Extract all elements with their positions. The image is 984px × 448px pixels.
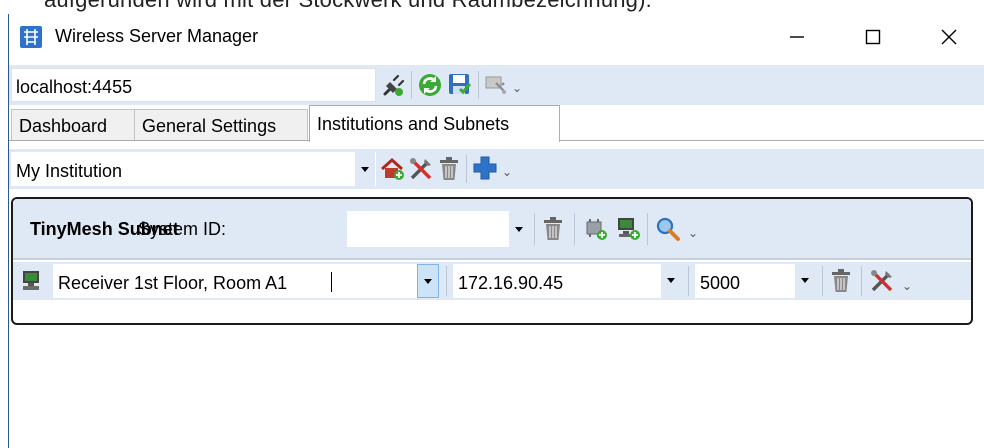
receiver-ip-select[interactable]: 172.16.90.45: [453, 264, 681, 298]
tab-label: General Settings: [142, 116, 277, 136]
receiver-name-dropdown-button[interactable]: [417, 264, 439, 298]
background-document-text: aufgerunden wird mit der Stockwerk und R…: [0, 0, 984, 14]
receiver-ip-dropdown-button[interactable]: [661, 264, 681, 298]
refresh-icon[interactable]: [417, 72, 443, 98]
chevron-down-icon: [801, 278, 809, 283]
plug-icon[interactable]: [380, 73, 406, 99]
tools-icon[interactable]: [869, 268, 895, 294]
server-toolbar: localhost:4455 ⌄: [9, 65, 984, 105]
minimize-icon: [790, 36, 804, 38]
tab-strip: Dashboard General Settings Institutions …: [9, 105, 984, 142]
toolbar-separator: [411, 71, 412, 99]
search-icon[interactable]: [655, 216, 681, 242]
institution-select-value: My Institution: [16, 161, 123, 181]
settings-icon[interactable]: [484, 74, 508, 96]
toolbar-separator: [478, 71, 479, 99]
close-icon: [941, 29, 957, 45]
tab-institutions-and-subnets[interactable]: Institutions and Subnets: [309, 105, 560, 142]
save-icon[interactable]: [447, 72, 473, 98]
chevron-down-icon: [424, 279, 432, 284]
window-title: Wireless Server Manager: [55, 26, 259, 46]
receiver-name-input[interactable]: Receiver 1st Floor, Room A1: [53, 264, 438, 298]
receiver-ip-value: 172.16.90.45: [458, 273, 564, 293]
trash-icon[interactable]: [829, 268, 853, 294]
toolbar-separator: [446, 266, 447, 296]
close-button[interactable]: [911, 14, 984, 60]
toolbar-overflow-icon[interactable]: ⌄: [512, 82, 522, 94]
toolbar-separator: [647, 213, 648, 245]
toolbar-separator: [466, 155, 467, 183]
maximize-icon: [865, 29, 881, 45]
subnet-divider: [13, 258, 971, 260]
toolbar-separator: [822, 266, 823, 296]
trash-icon[interactable]: [541, 216, 565, 242]
add-house-icon[interactable]: [380, 156, 406, 182]
app-logo-icon: [20, 26, 42, 48]
chevron-down-icon: [667, 278, 675, 283]
institution-toolbar: My Institution ⌄: [9, 149, 984, 189]
tab-dashboard[interactable]: Dashboard: [11, 109, 135, 141]
toolbar-separator: [688, 266, 689, 296]
add-gateway-icon[interactable]: [583, 216, 609, 242]
system-id-label: System ID:: [138, 219, 227, 239]
receiver-name-value: Receiver 1st Floor, Room A1: [58, 273, 288, 293]
server-address-value: localhost:4455: [16, 77, 133, 97]
toolbar-separator: [861, 266, 862, 296]
subnet-panel: TinyMesh Subnet System ID: ⌄ Receiver 1s…: [11, 197, 973, 325]
receiver-port-value: 5000: [700, 273, 741, 293]
receiver-icon: [23, 271, 39, 290]
maximize-button[interactable]: [835, 14, 911, 60]
app-window: Wireless Server Manager localhost:4455 ⌄…: [8, 14, 984, 448]
tab-label: Dashboard: [19, 116, 108, 136]
toolbar-overflow-icon[interactable]: ⌄: [902, 280, 912, 292]
system-id-select[interactable]: [347, 211, 529, 247]
toolbar-overflow-icon[interactable]: ⌄: [502, 166, 512, 178]
add-receiver-icon[interactable]: [615, 215, 641, 241]
toolbar-separator: [574, 213, 575, 245]
toolbar-overflow-icon[interactable]: ⌄: [688, 227, 698, 239]
toolbar-separator: [534, 213, 535, 245]
add-icon[interactable]: [472, 155, 498, 181]
tab-general-settings[interactable]: General Settings: [134, 109, 308, 141]
title-bar: Wireless Server Manager: [9, 14, 984, 60]
server-address-input[interactable]: localhost:4455: [11, 68, 376, 102]
receiver-port-dropdown-button[interactable]: [795, 264, 815, 298]
institution-dropdown-button[interactable]: [355, 152, 375, 186]
tab-label: Institutions and Subnets: [317, 114, 510, 134]
institution-select[interactable]: My Institution: [11, 152, 376, 186]
chevron-down-icon: [361, 167, 369, 172]
trash-icon[interactable]: [437, 156, 461, 182]
system-id-dropdown-button[interactable]: [509, 211, 529, 247]
text-cursor: [331, 272, 332, 292]
receiver-row: Receiver 1st Floor, Room A1 172.16.90.45…: [13, 262, 971, 300]
subnet-header: TinyMesh Subnet System ID: ⌄: [13, 199, 971, 258]
minimize-button[interactable]: [759, 14, 835, 60]
background-text: aufgerunden wird mit der Stockwerk und R…: [44, 0, 652, 13]
tools-icon[interactable]: [408, 156, 434, 182]
chevron-down-icon: [515, 227, 523, 232]
